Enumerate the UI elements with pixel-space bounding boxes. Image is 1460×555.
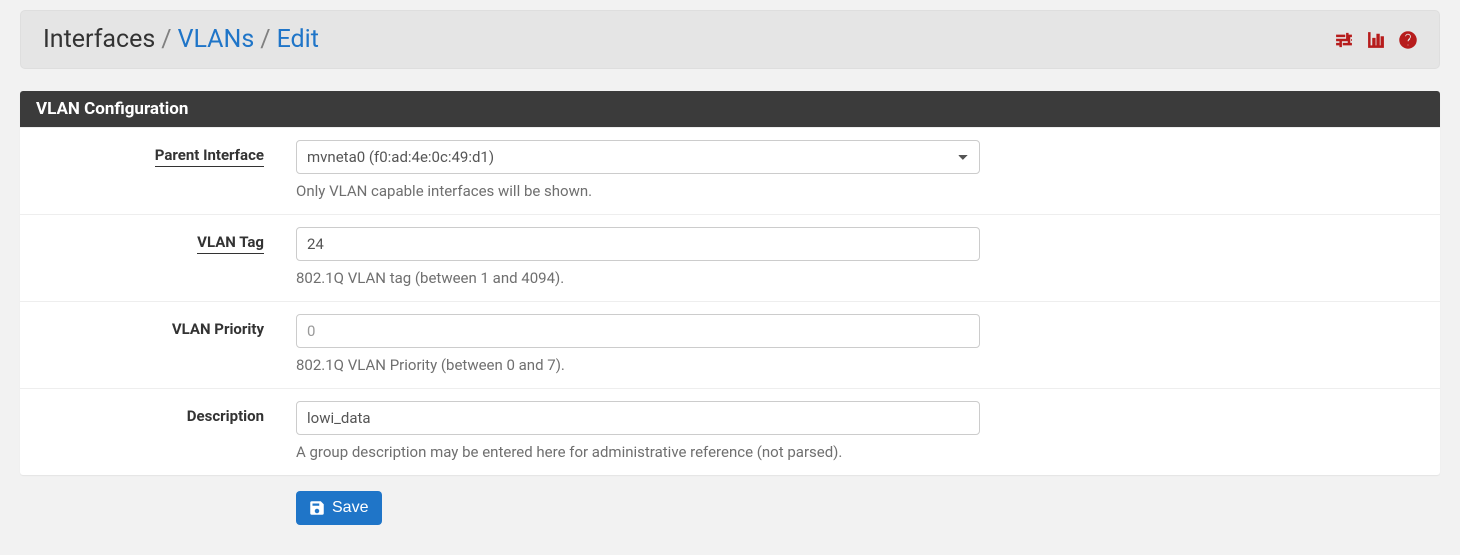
- breadcrumb-sep: /: [161, 25, 171, 54]
- chart-icon[interactable]: [1365, 29, 1387, 51]
- help-description: A group description may be entered here …: [296, 443, 1424, 461]
- help-parent-interface: Only VLAN capable interfaces will be sho…: [296, 182, 1424, 200]
- label-vlan-priority-text: VLAN Priority: [172, 320, 264, 338]
- label-parent-interface: Parent Interface: [20, 140, 280, 200]
- save-icon: [308, 499, 326, 517]
- label-parent-interface-text: Parent Interface: [155, 146, 264, 167]
- breadcrumb-sep: /: [260, 25, 270, 54]
- row-description: Description A group description may be e…: [20, 388, 1440, 475]
- vlan-priority-input[interactable]: [296, 314, 980, 348]
- help-icon[interactable]: [1397, 29, 1419, 51]
- breadcrumb-root: Interfaces: [43, 25, 155, 54]
- breadcrumb-link-vlans[interactable]: VLANs: [178, 25, 255, 54]
- parent-interface-select[interactable]: mvneta0 (f0:ad:4e:0c:49:d1): [296, 140, 980, 174]
- save-button-label: Save: [332, 499, 368, 517]
- vlan-configuration-panel: VLAN Configuration Parent Interface mvne…: [20, 91, 1440, 475]
- vlan-tag-input[interactable]: [296, 227, 980, 261]
- label-vlan-tag-text: VLAN Tag: [197, 233, 264, 254]
- sliders-icon[interactable]: [1333, 29, 1355, 51]
- label-vlan-priority: VLAN Priority: [20, 314, 280, 374]
- row-vlan-tag: VLAN Tag 802.1Q VLAN tag (between 1 and …: [20, 214, 1440, 301]
- label-description: Description: [20, 401, 280, 461]
- row-vlan-priority: VLAN Priority 802.1Q VLAN Priority (betw…: [20, 301, 1440, 388]
- help-vlan-priority: 802.1Q VLAN Priority (between 0 and 7).: [296, 356, 1424, 374]
- breadcrumb-link-edit[interactable]: Edit: [277, 25, 319, 54]
- label-vlan-tag: VLAN Tag: [20, 227, 280, 287]
- breadcrumb: Interfaces / VLANs / Edit: [43, 25, 319, 54]
- page-action-icons: [1333, 29, 1419, 51]
- panel-title: VLAN Configuration: [20, 91, 1440, 127]
- breadcrumb-bar: Interfaces / VLANs / Edit: [20, 10, 1440, 69]
- description-input[interactable]: [296, 401, 980, 435]
- label-description-text: Description: [187, 407, 264, 425]
- row-parent-interface: Parent Interface mvneta0 (f0:ad:4e:0c:49…: [20, 127, 1440, 214]
- help-vlan-tag: 802.1Q VLAN tag (between 1 and 4094).: [296, 269, 1424, 287]
